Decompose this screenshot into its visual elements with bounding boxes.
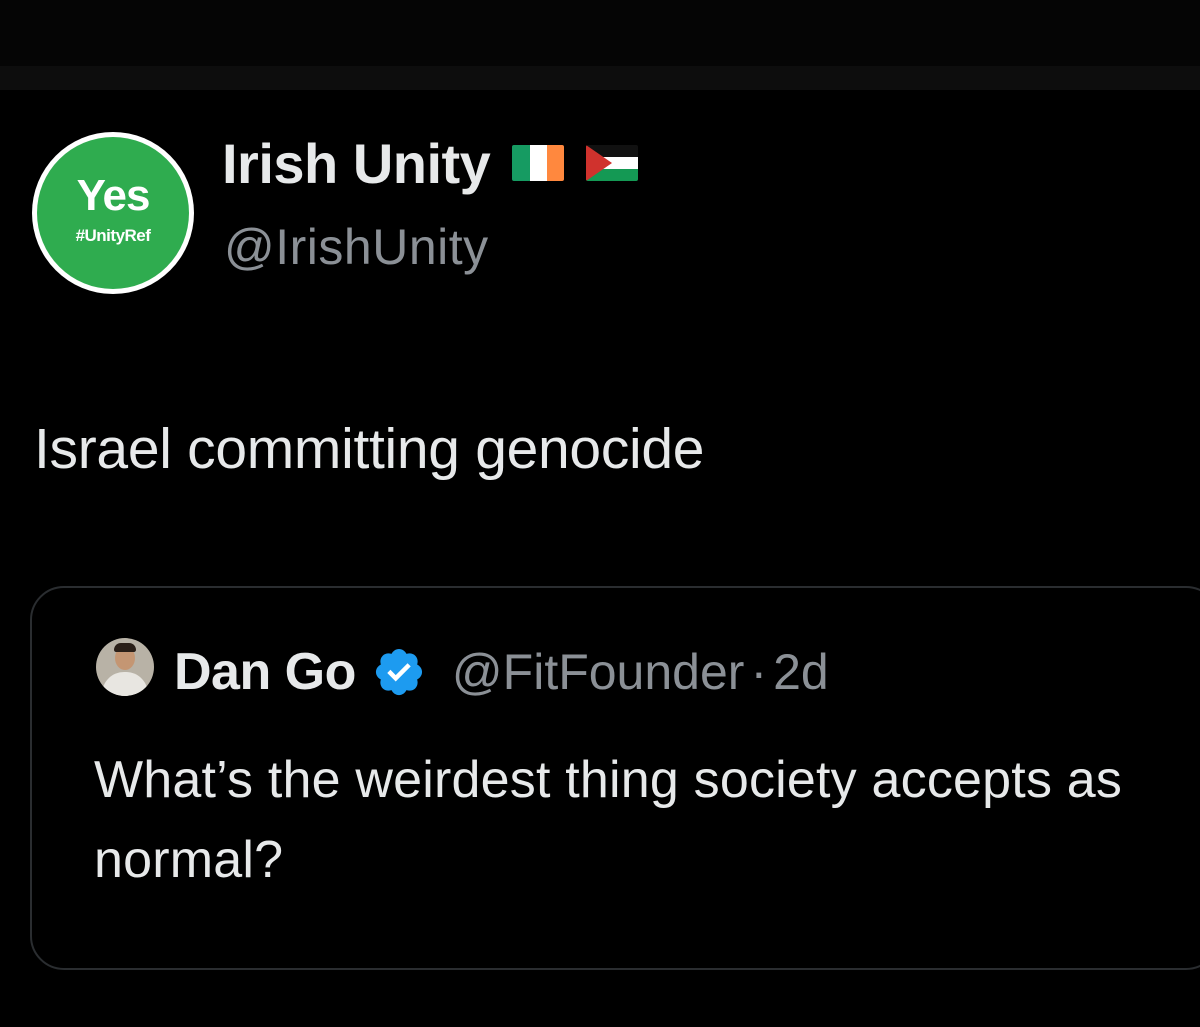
avatar-sub-text: #UnityRef <box>75 226 151 245</box>
author-name-row: Irish Unity <box>222 128 639 198</box>
quoted-tweet-text: What’s the weirdest thing society accept… <box>94 751 1123 889</box>
top-bar-divider <box>0 66 1200 90</box>
separator-dot: · <box>750 644 768 700</box>
quoted-author-name[interactable]: Dan Go <box>174 642 356 702</box>
author-handle[interactable]: @IrishUnity <box>224 218 489 276</box>
quoted-tweet-time[interactable]: 2d <box>773 643 829 701</box>
avatar-badge: Yes #UnityRef <box>37 137 189 289</box>
verified-badge-icon <box>375 648 422 696</box>
quoted-author-avatar[interactable] <box>96 638 154 696</box>
avatar-main-text: Yes <box>76 171 151 220</box>
author-avatar[interactable]: Yes #UnityRef <box>32 132 194 294</box>
quoted-author-handle[interactable]: @FitFounder <box>452 643 745 701</box>
tweet-text: Israel committing genocide <box>34 417 705 481</box>
quoted-tweet-header: Dan Go @FitFounder · 2d <box>174 642 829 702</box>
palestine-flag-icon <box>586 145 639 181</box>
ireland-flag-icon <box>512 145 565 181</box>
top-bar <box>0 0 1200 66</box>
author-display-name[interactable]: Irish Unity <box>222 131 491 196</box>
quoted-tweet-card[interactable]: Dan Go @FitFounder · 2d What’s the weird… <box>30 586 1200 970</box>
